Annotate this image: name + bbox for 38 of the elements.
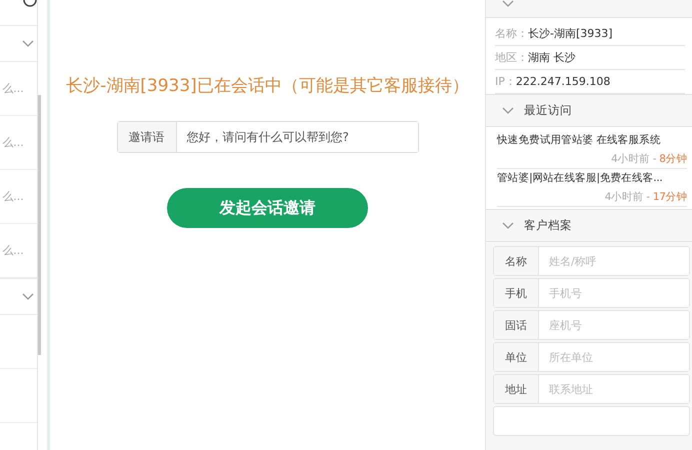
chevron-icon[interactable]	[22, 292, 34, 300]
info-label: IP：	[495, 74, 516, 89]
profile-field[interactable]: 单位 所在单位	[493, 342, 690, 372]
info-value: 222.247.159.108	[516, 75, 610, 88]
profile-field[interactable]: 名称 姓名/称呼	[493, 246, 690, 276]
message-preview: 么...	[2, 243, 24, 258]
scrollbar-thumb[interactable]	[38, 95, 41, 355]
chevron-icon[interactable]	[502, 106, 514, 114]
visited-page-title[interactable]: 管站婆|网站在线客服|免费在线客...	[497, 172, 662, 184]
chevron-icon[interactable]	[22, 40, 34, 48]
visit-time: 4小时前 -	[611, 153, 658, 165]
info-value: 长沙-湖南[3933]	[528, 26, 613, 41]
profile-field[interactable]: 固话 座机号	[493, 310, 690, 340]
profile-field[interactable]: 地址 联系地址	[493, 374, 690, 404]
profile-field[interactable]	[493, 406, 690, 436]
info-label: 地区：	[495, 50, 528, 65]
section-title: 客户档案	[524, 218, 572, 233]
field-label: 名称	[494, 247, 539, 275]
field-label: 地址	[494, 375, 539, 403]
invite-label: 邀请语	[118, 122, 176, 152]
profile-field[interactable]: 手机 手机号	[493, 278, 690, 308]
message-preview: 么...	[2, 135, 24, 150]
visited-page-title[interactable]: 快速免费试用管站婆 在线客服系统	[497, 134, 661, 146]
visit-duration: 8分钟	[659, 153, 687, 165]
chevron-icon[interactable]	[502, 222, 514, 230]
chevron-icon[interactable]	[502, 0, 514, 8]
info-label: 名称：	[495, 26, 528, 41]
message-preview: 么...	[2, 189, 24, 204]
session-status-text: 长沙-湖南[3933]已在会话中（可能是其它客服接待）	[66, 75, 469, 97]
field-label: 固话	[494, 311, 539, 339]
field-label: 手机	[494, 279, 539, 307]
visit-time: 4小时前 -	[604, 191, 651, 203]
invite-field[interactable]: 邀请语 您好，请问有什么可以帮到您?	[116, 121, 418, 153]
message-preview: 么...	[2, 81, 24, 96]
visit-duration: 17分钟	[652, 191, 687, 203]
field-label: 单位	[494, 343, 539, 371]
section-title: 最近访问	[524, 103, 572, 118]
info-value: 湖南 长沙	[528, 50, 576, 65]
